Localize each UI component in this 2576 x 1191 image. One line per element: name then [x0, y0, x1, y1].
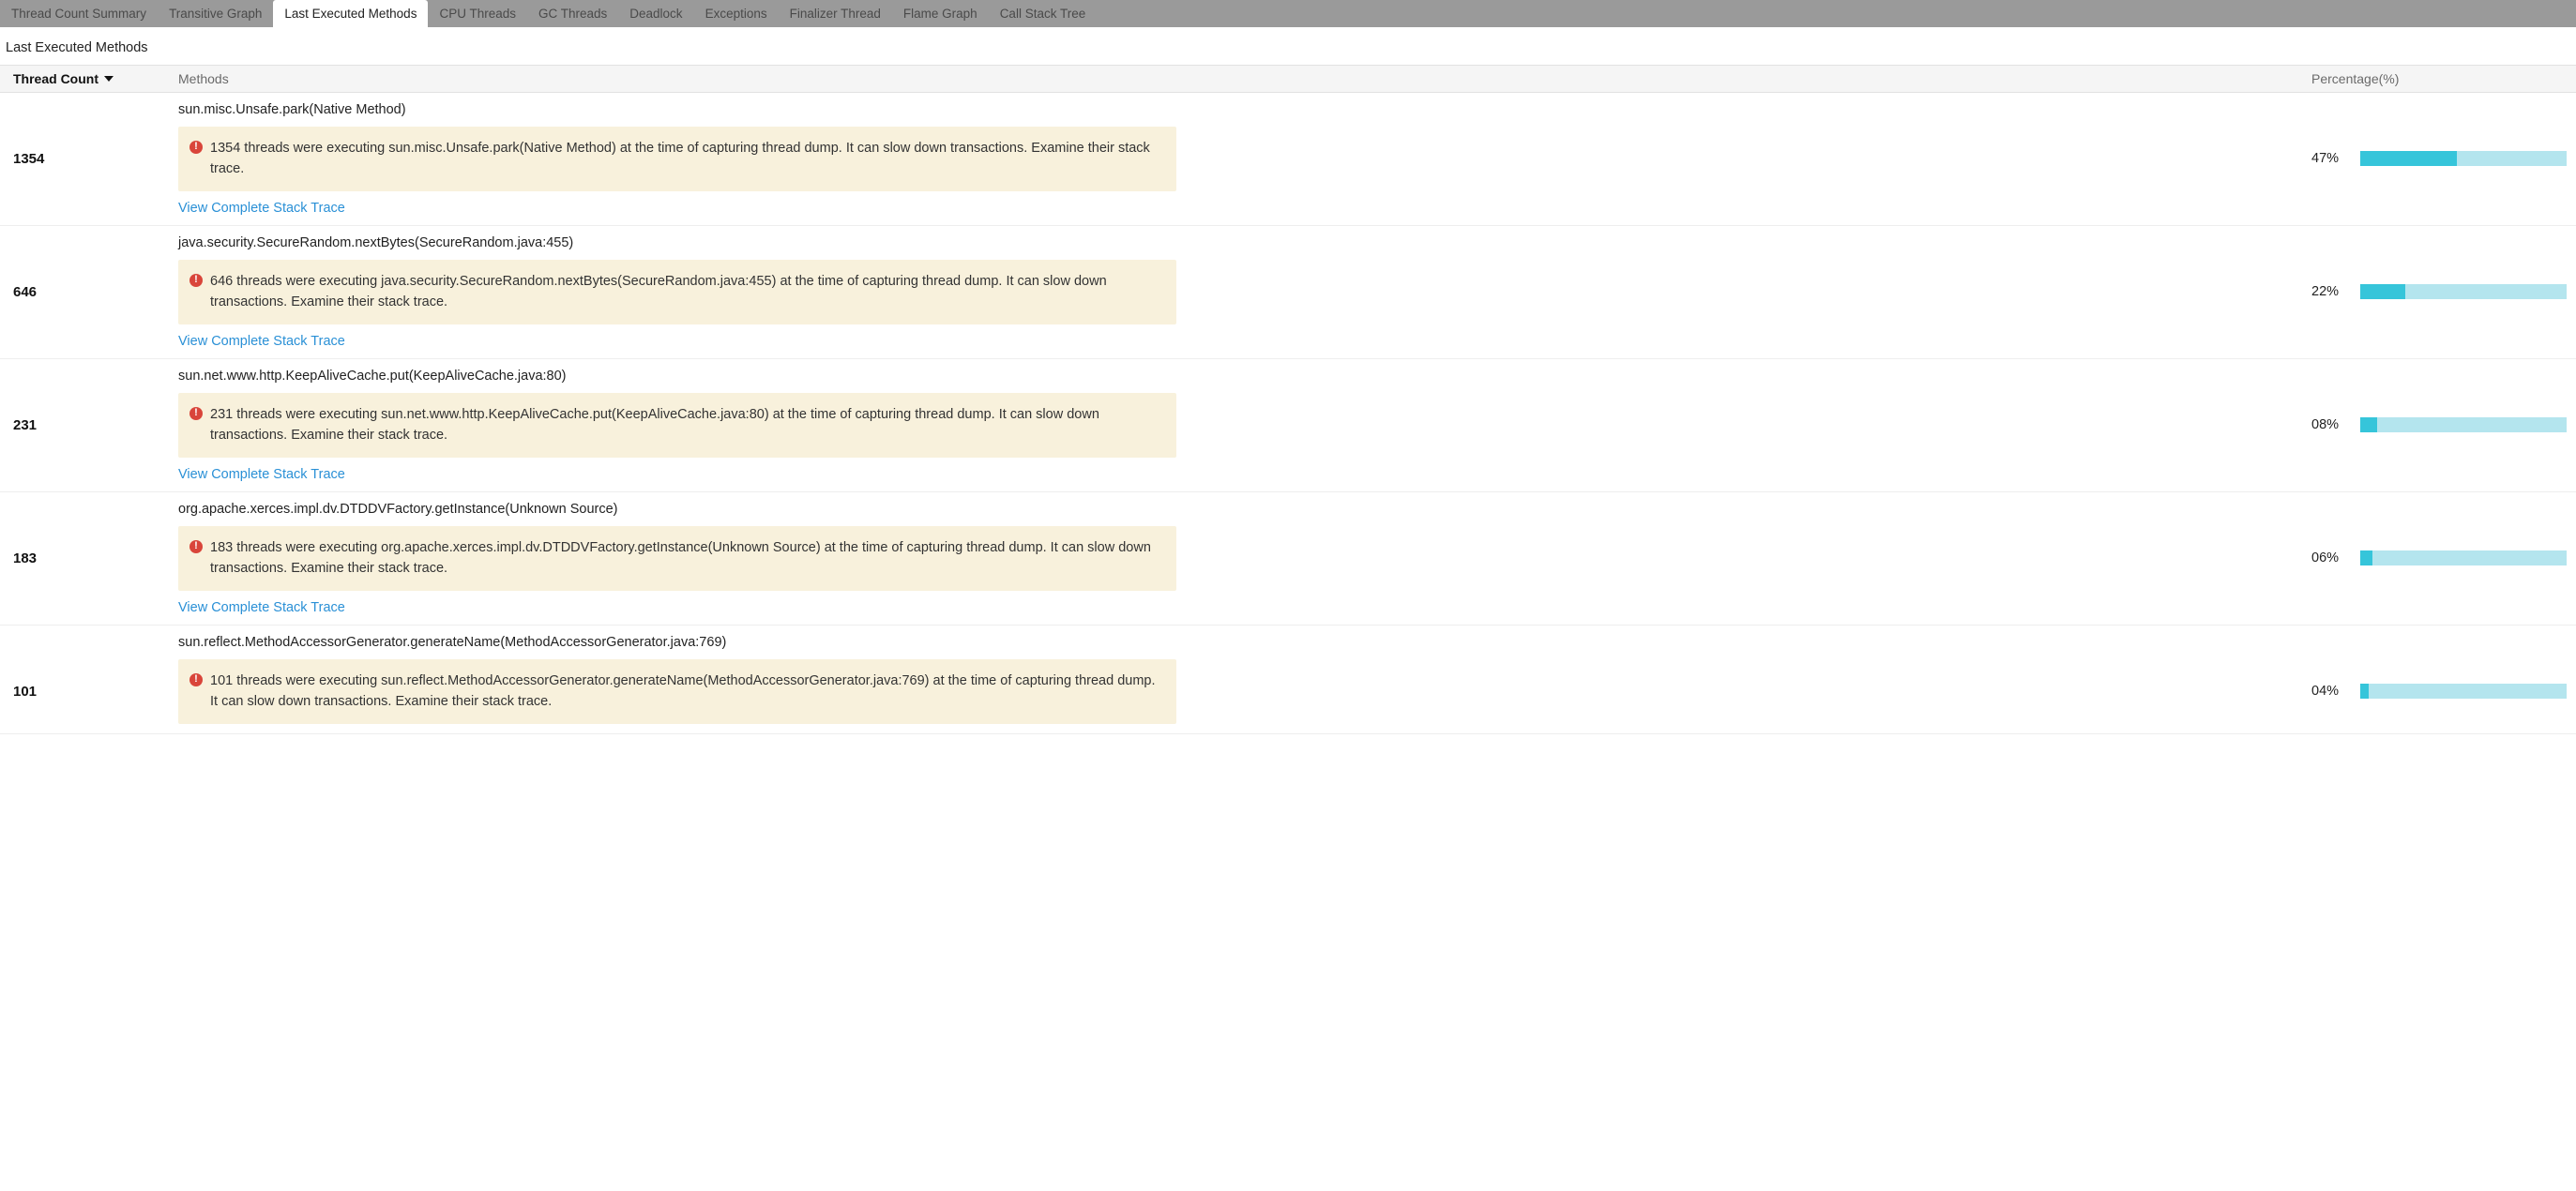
percentage-bar-fill [2360, 284, 2405, 299]
warning-text: 646 threads were executing java.security… [210, 271, 1165, 313]
warning-box: ! 1354 threads were executing sun.misc.Un… [178, 127, 1176, 191]
warning-icon: ! [189, 407, 203, 420]
view-stack-trace-link[interactable]: View Complete Stack Trace [178, 467, 2298, 482]
tab-flame-graph[interactable]: Flame Graph [892, 0, 989, 27]
thread-count-value: 231 [0, 359, 178, 491]
method-cell: org.apache.xerces.impl.dv.DTDDVFactory.g… [178, 492, 2298, 625]
column-header-thread-count[interactable]: Thread Count [0, 71, 178, 86]
view-stack-trace-link[interactable]: View Complete Stack Trace [178, 334, 2298, 349]
warning-text: 231 threads were executing sun.net.www.h… [210, 404, 1165, 446]
warning-icon: ! [189, 673, 203, 686]
method-cell: sun.net.www.http.KeepAliveCache.put(Keep… [178, 359, 2298, 491]
percentage-cell: 06% [2298, 492, 2576, 625]
method-name: java.security.SecureRandom.nextBytes(Sec… [178, 235, 2298, 250]
table-row: 183org.apache.xerces.impl.dv.DTDDVFactor… [0, 492, 2576, 626]
tabs-bar: Thread Count SummaryTransitive GraphLast… [0, 0, 2576, 27]
percentage-bar-fill [2360, 417, 2377, 432]
warning-box: ! 183 threads were executing org.apache.x… [178, 526, 1176, 591]
warning-text: 1354 threads were executing sun.misc.Uns… [210, 138, 1165, 180]
thread-count-value: 1354 [0, 93, 178, 225]
percentage-value: 47% [2311, 151, 2343, 166]
warning-box: ! 231 threads were executing sun.net.www.… [178, 393, 1176, 458]
method-cell: sun.reflect.MethodAccessorGenerator.gene… [178, 626, 2298, 734]
percentage-bar [2360, 550, 2567, 565]
warning-icon: ! [189, 274, 203, 287]
percentage-bar-fill [2360, 151, 2457, 166]
tab-transitive-graph[interactable]: Transitive Graph [158, 0, 273, 27]
percentage-cell: 47% [2298, 93, 2576, 225]
percentage-bar-fill [2360, 550, 2372, 565]
table-row: 646java.security.SecureRandom.nextBytes(… [0, 226, 2576, 359]
thread-count-value: 646 [0, 226, 178, 358]
tab-last-executed-methods[interactable]: Last Executed Methods [273, 0, 428, 27]
warning-icon: ! [189, 540, 203, 553]
method-cell: java.security.SecureRandom.nextBytes(Sec… [178, 226, 2298, 358]
percentage-value: 04% [2311, 684, 2343, 699]
tab-thread-count-summary[interactable]: Thread Count Summary [0, 0, 158, 27]
thread-count-value: 101 [0, 626, 178, 734]
tab-exceptions[interactable]: Exceptions [694, 0, 779, 27]
table-row: 1354sun.misc.Unsafe.park(Native Method)!… [0, 93, 2576, 226]
column-header-methods[interactable]: Methods [178, 71, 2298, 86]
percentage-bar [2360, 151, 2567, 166]
percentage-bar [2360, 284, 2567, 299]
thread-count-value: 183 [0, 492, 178, 625]
tab-gc-threads[interactable]: GC Threads [527, 0, 618, 27]
table-row: 231sun.net.www.http.KeepAliveCache.put(K… [0, 359, 2576, 492]
column-header-percentage[interactable]: Percentage(%) [2298, 71, 2576, 86]
sort-desc-icon [104, 76, 114, 82]
table-body: 1354sun.misc.Unsafe.park(Native Method)!… [0, 93, 2576, 734]
warning-text: 183 threads were executing org.apache.xe… [210, 537, 1165, 580]
percentage-value: 06% [2311, 550, 2343, 565]
percentage-value: 22% [2311, 284, 2343, 299]
warning-text: 101 threads were executing sun.reflect.M… [210, 671, 1165, 713]
method-name: org.apache.xerces.impl.dv.DTDDVFactory.g… [178, 502, 2298, 517]
tab-deadlock[interactable]: Deadlock [618, 0, 693, 27]
tab-finalizer-thread[interactable]: Finalizer Thread [779, 0, 892, 27]
method-name: sun.reflect.MethodAccessorGenerator.gene… [178, 635, 2298, 650]
percentage-bar-fill [2360, 684, 2369, 699]
percentage-cell: 04% [2298, 626, 2576, 734]
warning-box: ! 646 threads were executing java.securit… [178, 260, 1176, 324]
method-cell: sun.misc.Unsafe.park(Native Method)! 1354… [178, 93, 2298, 225]
method-name: sun.net.www.http.KeepAliveCache.put(Keep… [178, 369, 2298, 384]
table-row: 101sun.reflect.MethodAccessorGenerator.g… [0, 626, 2576, 734]
percentage-value: 08% [2311, 417, 2343, 432]
table-header: Thread Count Methods Percentage(%) [0, 65, 2576, 93]
warning-box: ! 101 threads were executing sun.reflect.… [178, 659, 1176, 724]
method-name: sun.misc.Unsafe.park(Native Method) [178, 102, 2298, 117]
tab-cpu-threads[interactable]: CPU Threads [428, 0, 527, 27]
percentage-cell: 08% [2298, 359, 2576, 491]
section-title: Last Executed Methods [0, 27, 2576, 65]
percentage-bar [2360, 684, 2567, 699]
column-header-thread-count-label: Thread Count [13, 71, 98, 86]
tab-call-stack-tree[interactable]: Call Stack Tree [989, 0, 1098, 27]
view-stack-trace-link[interactable]: View Complete Stack Trace [178, 733, 2298, 734]
percentage-bar [2360, 417, 2567, 432]
warning-icon: ! [189, 141, 203, 154]
view-stack-trace-link[interactable]: View Complete Stack Trace [178, 201, 2298, 216]
percentage-cell: 22% [2298, 226, 2576, 358]
view-stack-trace-link[interactable]: View Complete Stack Trace [178, 600, 2298, 615]
